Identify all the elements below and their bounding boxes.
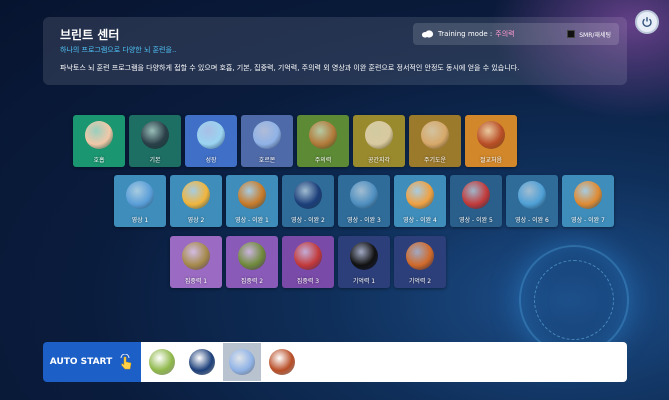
training-thumbnail — [350, 242, 378, 270]
training-thumbnail — [85, 121, 113, 149]
training-tile-label: 호흡 — [93, 157, 105, 164]
auto-start-label: AUTO START — [49, 357, 113, 367]
power-icon — [642, 17, 652, 28]
training-tile[interactable]: 영상 - 이완 1 — [226, 175, 278, 227]
training-tile-label: 집중력 2 — [240, 278, 264, 285]
training-tile-label: 영상 - 이완 2 — [291, 217, 325, 224]
training-tile[interactable]: 집중력 2 — [226, 236, 278, 288]
training-thumbnail — [309, 121, 337, 149]
training-thumbnail — [126, 181, 154, 209]
training-tile-label: 공간지각 — [367, 157, 391, 164]
training-tile[interactable]: 영상 - 이완 6 — [506, 175, 558, 227]
queue-item[interactable] — [223, 343, 261, 381]
tap-hand-icon — [120, 354, 132, 370]
training-tile[interactable]: 호르몬 — [241, 115, 293, 167]
training-tile[interactable]: 기본 — [129, 115, 181, 167]
training-tile-label: 영상 - 이완 4 — [403, 217, 437, 224]
queue-thumbnail — [229, 349, 255, 375]
training-tile[interactable]: 주기도운 — [409, 115, 461, 167]
training-tile[interactable]: 집중력 3 — [282, 236, 334, 288]
training-tile-label: 영상 2 — [187, 217, 205, 224]
training-thumbnail — [197, 121, 225, 149]
smr-reset-label: SMR/재세팅 — [579, 31, 611, 39]
training-thumbnail — [350, 181, 378, 209]
training-tile-label: 주의력 — [314, 157, 332, 164]
training-tile-label: 영상 1 — [131, 217, 149, 224]
training-thumbnail — [518, 181, 546, 209]
queue-item[interactable] — [183, 343, 221, 381]
training-tile-label: 기억력 2 — [408, 278, 432, 285]
training-tile[interactable]: 주의력 — [297, 115, 349, 167]
queue-thumbnail — [269, 349, 295, 375]
training-tile[interactable]: 영상 - 이완 5 — [450, 175, 502, 227]
page-description: 파낙토스 뇌 훈련 프로그램을 다양하게 접할 수 있으며 호흡, 기본, 집중… — [60, 64, 520, 72]
training-tile-label: 영상 - 이완 7 — [571, 217, 605, 224]
training-tile[interactable]: 성장 — [185, 115, 237, 167]
training-thumbnail — [294, 181, 322, 209]
training-thumbnail — [253, 121, 281, 149]
training-tile-label: 절교처음 — [479, 157, 503, 164]
training-tile[interactable]: 기억력 2 — [394, 236, 446, 288]
queue-thumbnail — [149, 349, 175, 375]
training-thumbnail — [365, 121, 393, 149]
training-mode-label: Training mode : — [438, 30, 493, 38]
training-tile[interactable]: 영상 - 이완 2 — [282, 175, 334, 227]
training-tile[interactable]: 영상 - 이완 3 — [338, 175, 390, 227]
training-thumbnail — [294, 242, 322, 270]
training-tile-label: 기본 — [149, 157, 161, 164]
page-subtitle: 하나의 프로그램으로 다양한 뇌 훈련을.. — [60, 46, 177, 54]
power-button[interactable] — [635, 10, 659, 34]
training-thumbnail — [238, 181, 266, 209]
smr-reset-checkbox[interactable] — [567, 30, 576, 38]
queue-item[interactable] — [263, 343, 301, 381]
training-tile[interactable]: 영상 - 이완 7 — [562, 175, 614, 227]
training-tile-label: 집중력 1 — [184, 278, 208, 285]
training-mode-box: Training mode : 주의력 SMR/재세팅 — [413, 23, 619, 45]
training-tile-label: 호르몬 — [258, 157, 276, 164]
training-thumbnail — [421, 121, 449, 149]
cloud-icon — [421, 30, 434, 38]
bottom-bar: AUTO START — [43, 342, 627, 382]
training-tile[interactable]: 집중력 1 — [170, 236, 222, 288]
training-thumbnail — [238, 242, 266, 270]
header-panel: 브린트 센터 하나의 프로그램으로 다양한 뇌 훈련을.. 파낙토스 뇌 훈련 … — [43, 17, 627, 85]
training-thumbnail — [182, 242, 210, 270]
training-tile-label: 영상 - 이완 5 — [459, 217, 493, 224]
training-thumbnail — [477, 121, 505, 149]
queue-item[interactable] — [143, 343, 181, 381]
auto-start-queue — [141, 342, 627, 382]
training-thumbnail — [574, 181, 602, 209]
training-thumbnail — [406, 181, 434, 209]
training-tile-label: 성장 — [205, 157, 217, 164]
queue-thumbnail — [189, 349, 215, 375]
training-thumbnail — [406, 242, 434, 270]
training-thumbnail — [141, 121, 169, 149]
training-tile-label: 집중력 3 — [296, 278, 320, 285]
auto-start-button[interactable]: AUTO START — [43, 342, 141, 382]
training-thumbnail — [182, 181, 210, 209]
brain-hologram-ring — [534, 260, 614, 340]
training-tile[interactable]: 기억력 1 — [338, 236, 390, 288]
training-thumbnail — [462, 181, 490, 209]
training-tile[interactable]: 공간지각 — [353, 115, 405, 167]
training-tile[interactable]: 절교처음 — [465, 115, 517, 167]
training-tile-label: 주기도운 — [423, 157, 447, 164]
training-tile[interactable]: 영상 1 — [114, 175, 166, 227]
page-title: 브린트 센터 — [60, 28, 120, 42]
training-tile-label: 기억력 1 — [352, 278, 376, 285]
training-tile[interactable]: 호흡 — [73, 115, 125, 167]
training-tile-label: 영상 - 이완 6 — [515, 217, 549, 224]
training-mode-value[interactable]: 주의력 — [495, 29, 514, 39]
training-tile-label: 영상 - 이완 1 — [235, 217, 269, 224]
training-tile-label: 영상 - 이완 3 — [347, 217, 381, 224]
training-tile[interactable]: 영상 - 이완 4 — [394, 175, 446, 227]
training-tile[interactable]: 영상 2 — [170, 175, 222, 227]
